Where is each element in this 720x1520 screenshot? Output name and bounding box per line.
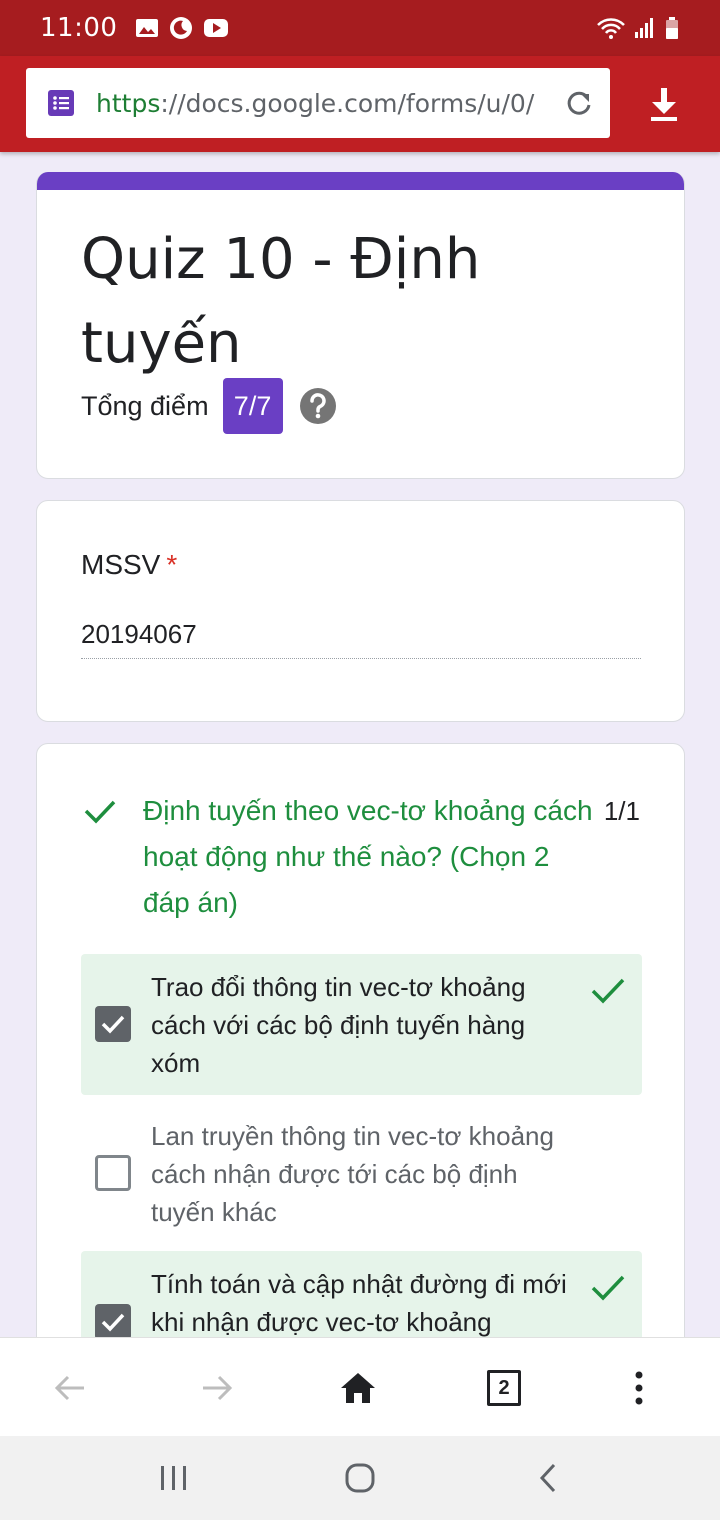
mssv-answer: 20194067 [81,619,641,659]
signal-icon [635,18,653,38]
wifi-icon [597,18,625,39]
url-scheme: https [96,88,161,118]
back-arrow-icon [54,1375,84,1401]
required-asterisk: * [166,549,178,580]
home-icon [341,1373,375,1403]
system-back-icon[interactable] [528,1458,568,1498]
forms-icon [48,90,74,116]
question-text: Định tuyến theo vec-tơ khoảng cách hoạt … [143,795,593,918]
back-button[interactable] [50,1368,90,1408]
checkbox-checked-icon[interactable] [95,1006,131,1042]
mssv-label-text: MSSV [81,549,161,580]
mssv-card: MSSV * 20194067 [36,500,685,722]
correct-answer-check-icon [591,1275,625,1301]
correct-answer-check-icon [591,978,625,1004]
forward-arrow-icon [203,1375,233,1401]
home-button[interactable] [338,1368,378,1408]
system-nav-bar [0,1436,720,1520]
help-icon[interactable] [299,387,337,425]
battery-icon [666,17,678,39]
question-correct-check-icon [84,800,116,824]
youtube-icon [204,19,229,37]
option-text: Lan truyền thông tin vec-tơ khoảng cách … [151,1121,554,1227]
status-bar: 11:00 [0,0,720,56]
tabs-button[interactable]: 2 [484,1368,524,1408]
header-accent-bar [37,172,684,190]
notification-icons [135,16,229,40]
tabs-icon: 2 [487,1370,521,1406]
total-score-label: Tổng điểm [81,390,209,421]
total-score-badge: 7/7 [222,378,283,434]
download-icon[interactable] [644,84,684,124]
forward-button[interactable] [197,1368,237,1408]
form-title: Quiz 10 - Định tuyến [81,227,481,376]
reload-icon[interactable] [564,88,594,118]
checkbox-unchecked-icon[interactable] [95,1155,131,1191]
answer-option[interactable]: Lan truyền thông tin vec-tơ khoảng cách … [81,1105,642,1235]
question-score: 1/1 [603,796,640,826]
home-circle-icon[interactable] [340,1458,380,1498]
url-path: ://docs.google.com/forms/u/0/ [160,88,535,118]
browser-toolbar: https://docs.google.com/forms/u/0/ [0,56,720,152]
more-vert-icon [635,1371,643,1405]
browser-bottom-bar: 2 [0,1337,720,1436]
system-status-icons [596,16,680,40]
option-text: Trao đổi thông tin vec-tơ khoảng cách vớ… [151,972,526,1078]
answer-option[interactable]: Trao đổi thông tin vec-tơ khoảng cách vớ… [81,954,642,1095]
more-menu-button[interactable] [619,1368,659,1408]
url-text[interactable]: https://docs.google.com/forms/u/0/ [96,89,554,118]
recent-apps-icon[interactable] [154,1458,194,1498]
image-icon [136,19,159,37]
form-header-card: Quiz 10 - Định tuyến Tổng điểm 7/7 [36,172,685,479]
option-text: Tính toán và cập nhật đường đi mới khi n… [151,1269,567,1337]
status-time: 11:00 [40,13,118,43]
checkbox-checked-icon[interactable] [95,1304,131,1340]
address-bar[interactable]: https://docs.google.com/forms/u/0/ [26,68,610,138]
moon-icon [170,17,193,39]
mssv-label: MSSV * [81,549,177,581]
total-score-row: Tổng điểm 7/7 [81,378,337,434]
